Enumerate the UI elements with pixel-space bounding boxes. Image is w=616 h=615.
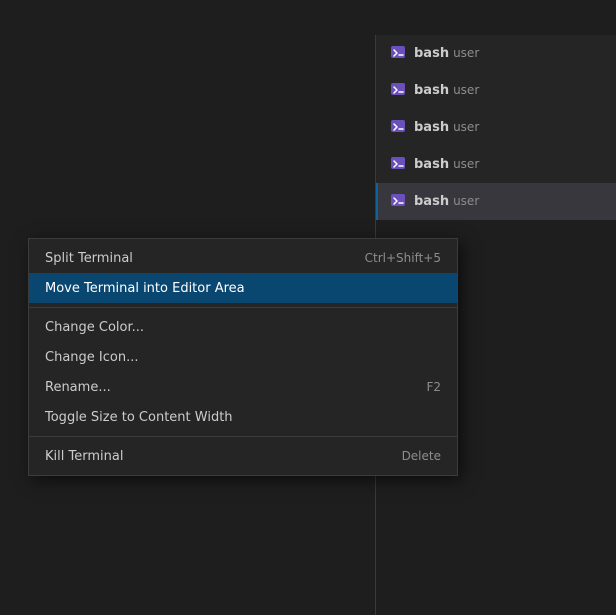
tab-label: bash user — [414, 46, 479, 61]
terminal-tab-1[interactable]: bash user — [376, 35, 616, 72]
terminal-icon — [390, 44, 406, 64]
collapse-terminal-button[interactable] — [550, 4, 578, 32]
menu-item-3[interactable]: Change Icon... — [29, 342, 457, 372]
terminal-tab-4[interactable]: bash user — [376, 146, 616, 183]
terminal-tab-5[interactable]: bash user — [376, 183, 616, 220]
user-label: user — [453, 120, 479, 134]
bash-label: bash — [414, 120, 449, 135]
add-terminal-button[interactable] — [490, 4, 518, 32]
terminal-tab-2[interactable]: bash user — [376, 72, 616, 109]
context-menu: Split Terminal Ctrl+Shift+5 Move Terminal … — [28, 238, 458, 476]
menu-item-2[interactable]: Change Color... — [29, 312, 457, 342]
menu-item-shortcut: Ctrl+Shift+5 — [365, 251, 441, 265]
tab-label: bash user — [414, 83, 479, 98]
terminal-tab-3[interactable]: bash user — [376, 109, 616, 146]
tab-label: bash user — [414, 194, 479, 209]
terminal-toolbar — [482, 0, 616, 35]
terminal-icon — [390, 192, 406, 212]
terminal-tabs-panel: bash user bash user bash user bash user — [376, 35, 616, 220]
tab-label: bash user — [414, 120, 479, 135]
menu-item-label: Move Terminal into Editor Area — [45, 281, 245, 296]
terminal-icon — [390, 81, 406, 101]
bash-label: bash — [414, 46, 449, 61]
user-label: user — [453, 157, 479, 171]
menu-item-label: Change Color... — [45, 320, 144, 335]
menu-item-shortcut: F2 — [426, 380, 441, 394]
menu-item-6[interactable]: Kill Terminal Delete — [29, 441, 457, 471]
menu-item-1[interactable]: Move Terminal into Editor Area — [29, 273, 457, 303]
menu-item-5[interactable]: Toggle Size to Content Width — [29, 402, 457, 432]
menu-item-label: Rename... — [45, 380, 111, 395]
menu-item-label: Kill Terminal — [45, 449, 123, 464]
menu-item-label: Split Terminal — [45, 251, 133, 266]
user-label: user — [453, 83, 479, 97]
terminal-icon — [390, 118, 406, 138]
menu-separator — [29, 436, 457, 437]
menu-item-label: Change Icon... — [45, 350, 138, 365]
menu-item-label: Toggle Size to Content Width — [45, 410, 233, 425]
terminal-icon — [390, 155, 406, 175]
user-label: user — [453, 194, 479, 208]
menu-item-0[interactable]: Split Terminal Ctrl+Shift+5 — [29, 243, 457, 273]
bash-label: bash — [414, 83, 449, 98]
menu-item-shortcut: Delete — [402, 449, 441, 463]
close-terminal-button[interactable] — [580, 4, 608, 32]
user-label: user — [453, 46, 479, 60]
bash-label: bash — [414, 194, 449, 209]
tab-label: bash user — [414, 157, 479, 172]
menu-item-4[interactable]: Rename... F2 — [29, 372, 457, 402]
menu-separator — [29, 307, 457, 308]
bash-label: bash — [414, 157, 449, 172]
terminal-dropdown-button[interactable] — [520, 4, 548, 32]
